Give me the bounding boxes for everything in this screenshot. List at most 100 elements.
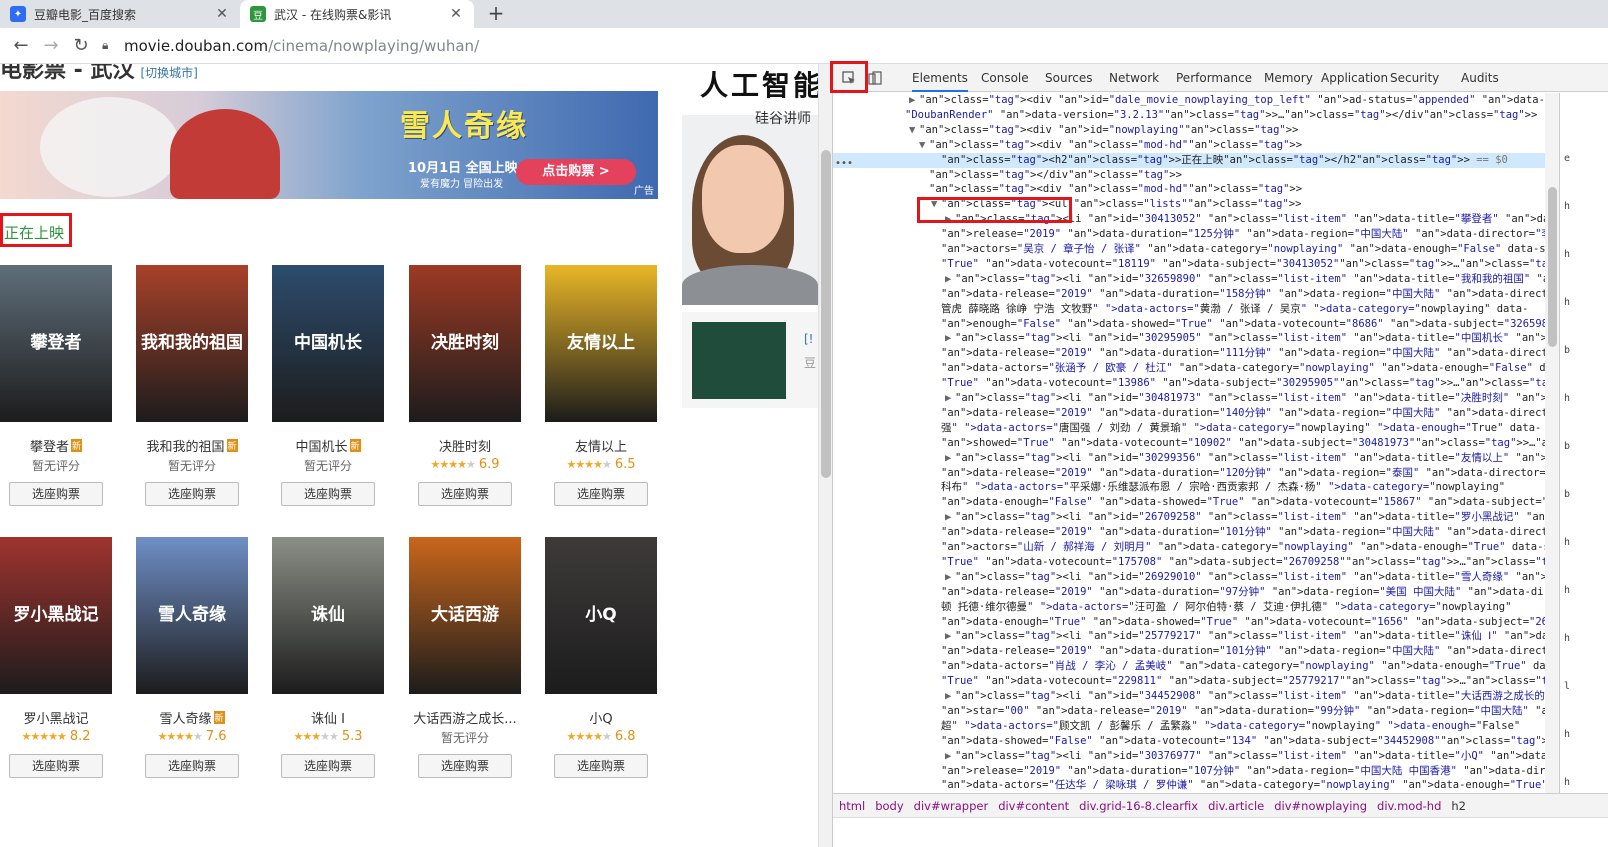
movie-title-text[interactable]: 中国机长 bbox=[295, 440, 347, 455]
movie-poster[interactable]: 雪人奇缘 bbox=[136, 537, 248, 694]
movie-poster[interactable]: 我和我的祖国 bbox=[136, 265, 248, 422]
devtools-tab-network[interactable]: Network bbox=[1109, 64, 1159, 92]
movie-title[interactable]: 友情以上 bbox=[545, 436, 657, 455]
breadcrumb-div-nowplaying[interactable]: div#nowplaying bbox=[1274, 799, 1367, 813]
dom-line[interactable]: "an">data-release="2019" "an">data-durat… bbox=[833, 466, 1545, 481]
movie-card[interactable]: 大话西游 大话西游之成长... 暂无评分 选座购票 bbox=[409, 537, 521, 778]
devtools-tab-security[interactable]: Security bbox=[1390, 64, 1439, 92]
movie-title-text[interactable]: 友情以上 bbox=[575, 440, 627, 455]
buy-ticket-button[interactable]: 选座购票 bbox=[9, 754, 103, 778]
close-icon[interactable]: ✕ bbox=[214, 6, 230, 22]
breadcrumb-html[interactable]: html bbox=[839, 799, 865, 813]
selected-dom-node[interactable]: "an">class="tag"><h2"an">class="tag">>正在… bbox=[833, 152, 1545, 168]
sponsor-ad[interactable]: [! 豆 bbox=[682, 312, 818, 408]
page-scrollbar-thumb[interactable] bbox=[821, 150, 831, 478]
breadcrumb-div-mod-hd[interactable]: div.mod-hd bbox=[1377, 799, 1441, 813]
movie-title[interactable]: 中国机长新 bbox=[272, 436, 384, 455]
banner-buy-button[interactable]: 点击购票 > bbox=[516, 159, 636, 185]
breadcrumb-div-content[interactable]: div#content bbox=[998, 799, 1069, 813]
dom-line[interactable]: "an">class="tag"><div "an">class="mod-hd… bbox=[833, 182, 1545, 197]
dom-line[interactable]: "an">data-release="2019" "an">data-durat… bbox=[833, 346, 1545, 361]
buy-ticket-button[interactable]: 选座购票 bbox=[418, 754, 512, 778]
movie-title-text[interactable]: 罗小黑战记 bbox=[23, 712, 88, 727]
dom-line[interactable]: "True" "an">data-votecount="175708" "an"… bbox=[833, 555, 1545, 570]
movie-title-text[interactable]: 大话西游之成长... bbox=[413, 712, 516, 727]
breadcrumb-h2[interactable]: h2 bbox=[1451, 799, 1466, 813]
movie-poster[interactable]: 诛仙 bbox=[272, 537, 384, 694]
elements-scrollbar-thumb[interactable] bbox=[1548, 187, 1557, 347]
buy-ticket-button[interactable]: 选座购票 bbox=[281, 482, 375, 506]
movie-card[interactable]: 攀登者 攀登者新暂无评分 选座购票 bbox=[0, 265, 112, 506]
dom-line[interactable]: ▶ "an">class="tag"><li "an">id="30481973"… bbox=[833, 391, 1545, 406]
new-tab-plus-icon[interactable]: + bbox=[484, 2, 508, 26]
dom-line[interactable]: "an">data-actors="任达华 / 梁咏琪 / 罗仲谦" "an">… bbox=[833, 778, 1545, 793]
movie-title-text[interactable]: 雪人奇缘 bbox=[159, 712, 211, 727]
dom-line[interactable]: ▶ "an">class="tag"><li "an">id="26709258"… bbox=[833, 510, 1545, 525]
dom-line[interactable]: "an">data-release="2019" "an">data-durat… bbox=[833, 644, 1545, 659]
dom-line[interactable]: "an">data-showed="False" "an">data-votec… bbox=[833, 734, 1545, 749]
dom-line[interactable]: "True" "an">data-votecount="13986" "an">… bbox=[833, 376, 1545, 391]
dom-line[interactable]: ▶ "an">class="tag"><div "an">id="dale_mov… bbox=[833, 93, 1545, 108]
dom-line[interactable]: ▶ "an">class="tag"><li "an">id="34452908"… bbox=[833, 689, 1545, 704]
movie-title[interactable]: 攀登者新 bbox=[0, 436, 112, 455]
breadcrumb-div-article[interactable]: div.article bbox=[1208, 799, 1264, 813]
dom-line[interactable]: "an">actors="吴京 / 章子怡 / 张译" "an">data-ca… bbox=[833, 242, 1545, 257]
breadcrumb-body[interactable]: body bbox=[875, 799, 903, 813]
dom-line[interactable]: ▶ "an">class="tag"><li "an">id="30376977"… bbox=[833, 749, 1545, 764]
dom-line[interactable]: ▶ "an">class="tag"><li "an">id="30299356"… bbox=[833, 451, 1545, 466]
dom-line[interactable]: "DoubanRender" "an">data-version="3.2.13… bbox=[833, 108, 1545, 123]
movie-title[interactable]: 雪人奇缘新 bbox=[136, 708, 248, 727]
dom-line[interactable]: ▶ "an">class="tag"><li "an">id="30295905"… bbox=[833, 331, 1545, 346]
dom-line[interactable]: 管虎 薛晓路 徐峥 宁浩 文牧野" ">data-actors="黄渤 / 张译… bbox=[833, 302, 1545, 317]
devtools-tab-application[interactable]: Application bbox=[1321, 64, 1388, 92]
movie-card[interactable]: 小Q 小Q ★★★★★ 6.8 选座购票 bbox=[545, 537, 657, 778]
dom-line[interactable]: "an">release="2019" "an">data-duration="… bbox=[833, 764, 1545, 779]
device-toolbar-icon[interactable] bbox=[865, 68, 885, 88]
dom-line[interactable]: "an">enough="False" "an">data-showed="Tr… bbox=[833, 317, 1545, 332]
movie-title[interactable]: 决胜时刻 bbox=[409, 436, 521, 455]
devtools-tab-audits[interactable]: Audits bbox=[1461, 64, 1499, 92]
back-arrow-icon[interactable]: ← bbox=[6, 31, 36, 61]
movie-title-text[interactable]: 我和我的祖国 bbox=[146, 440, 224, 455]
ellipsis-icon[interactable]: ••• bbox=[835, 157, 853, 172]
movie-poster[interactable]: 友情以上 bbox=[545, 265, 657, 422]
movie-poster[interactable]: 小Q bbox=[545, 537, 657, 694]
dom-line[interactable]: "True" "an">data-votecount="18119" "an">… bbox=[833, 257, 1545, 272]
dom-line[interactable]: "an">data-release="2019" "an">data-durat… bbox=[833, 406, 1545, 421]
dom-line[interactable]: "True" "an">data-votecount="229811" "an"… bbox=[833, 674, 1545, 689]
dom-line[interactable]: ▶ "an">class="tag"><li "an">id="32659890"… bbox=[833, 272, 1545, 287]
dom-line[interactable]: "an">class="tag"></div"an">class="tag">> bbox=[833, 168, 1545, 183]
buy-ticket-button[interactable]: 选座购票 bbox=[145, 482, 239, 506]
movie-title[interactable]: 诛仙 Ⅰ bbox=[272, 708, 384, 727]
buy-ticket-button[interactable]: 选座购票 bbox=[418, 482, 512, 506]
movie-card[interactable]: 罗小黑战记 罗小黑战记 ★★★★★ 8.2 选座购票 bbox=[0, 537, 112, 778]
movie-card[interactable]: 决胜时刻 决胜时刻 ★★★★★ 6.9 选座购票 bbox=[409, 265, 521, 506]
ad-banner[interactable]: 雪人奇缘 10月1日 全国上映 爱有魔力 冒险出发 点击购票 > 广告 bbox=[0, 91, 658, 199]
movie-poster[interactable]: 中国机长 bbox=[272, 265, 384, 422]
movie-poster[interactable]: 罗小黑战记 bbox=[0, 537, 112, 694]
devtools-tab-performance[interactable]: Performance bbox=[1176, 64, 1252, 92]
switch-city-link[interactable]: [切换城市] bbox=[140, 66, 197, 80]
dom-line[interactable]: ▶ "an">class="tag"><li "an">id="25779217"… bbox=[833, 629, 1545, 644]
elements-scrollbar[interactable] bbox=[1545, 93, 1559, 793]
devtools-tab-memory[interactable]: Memory bbox=[1264, 64, 1313, 92]
dom-line[interactable]: "an">showed="True" "an">data-votecount="… bbox=[833, 436, 1545, 451]
buy-ticket-button[interactable]: 选座购票 bbox=[281, 754, 375, 778]
dom-line[interactable]: "an">data-enough="True" "an">data-showed… bbox=[833, 615, 1545, 630]
devtools-tab-sources[interactable]: Sources bbox=[1045, 64, 1092, 92]
movie-card[interactable]: 友情以上 友情以上 ★★★★★ 6.5 选座购票 bbox=[545, 265, 657, 506]
reload-icon[interactable]: ↻ bbox=[66, 31, 96, 61]
close-icon[interactable]: ✕ bbox=[448, 6, 464, 22]
browser-tab-baidu[interactable]: ✦ 豆瓣电影_百度搜索 ✕ bbox=[0, 0, 240, 28]
dom-line[interactable]: 科布" ">data-actors="平采娜·乐维瑟派布恩 / 宗哈·西贡索邦 … bbox=[833, 480, 1545, 495]
movie-card[interactable]: 诛仙 诛仙 Ⅰ ★★★★★ 5.3 选座购票 bbox=[272, 537, 384, 778]
movie-title-text[interactable]: 决胜时刻 bbox=[439, 440, 491, 455]
dom-line[interactable]: "an">data-actors="肖战 / 李沁 / 孟美岐" "an">da… bbox=[833, 659, 1545, 674]
buy-ticket-button[interactable]: 选座购票 bbox=[145, 754, 239, 778]
dom-line[interactable]: "an">actors="山新 / 郝祥海 / 刘明月" "an">data-c… bbox=[833, 540, 1545, 555]
dom-line[interactable]: 强" ">data-actors="唐国强 / 刘劲 / 黄景瑜" ">data… bbox=[833, 421, 1545, 436]
dom-line[interactable]: "an">star="00" "an">data-release="2019" … bbox=[833, 704, 1545, 719]
dom-line[interactable]: "an">data-release="2019" "an">data-durat… bbox=[833, 287, 1545, 302]
devtools-tab-console[interactable]: Console bbox=[981, 64, 1029, 92]
page-scrollbar[interactable] bbox=[818, 64, 832, 847]
